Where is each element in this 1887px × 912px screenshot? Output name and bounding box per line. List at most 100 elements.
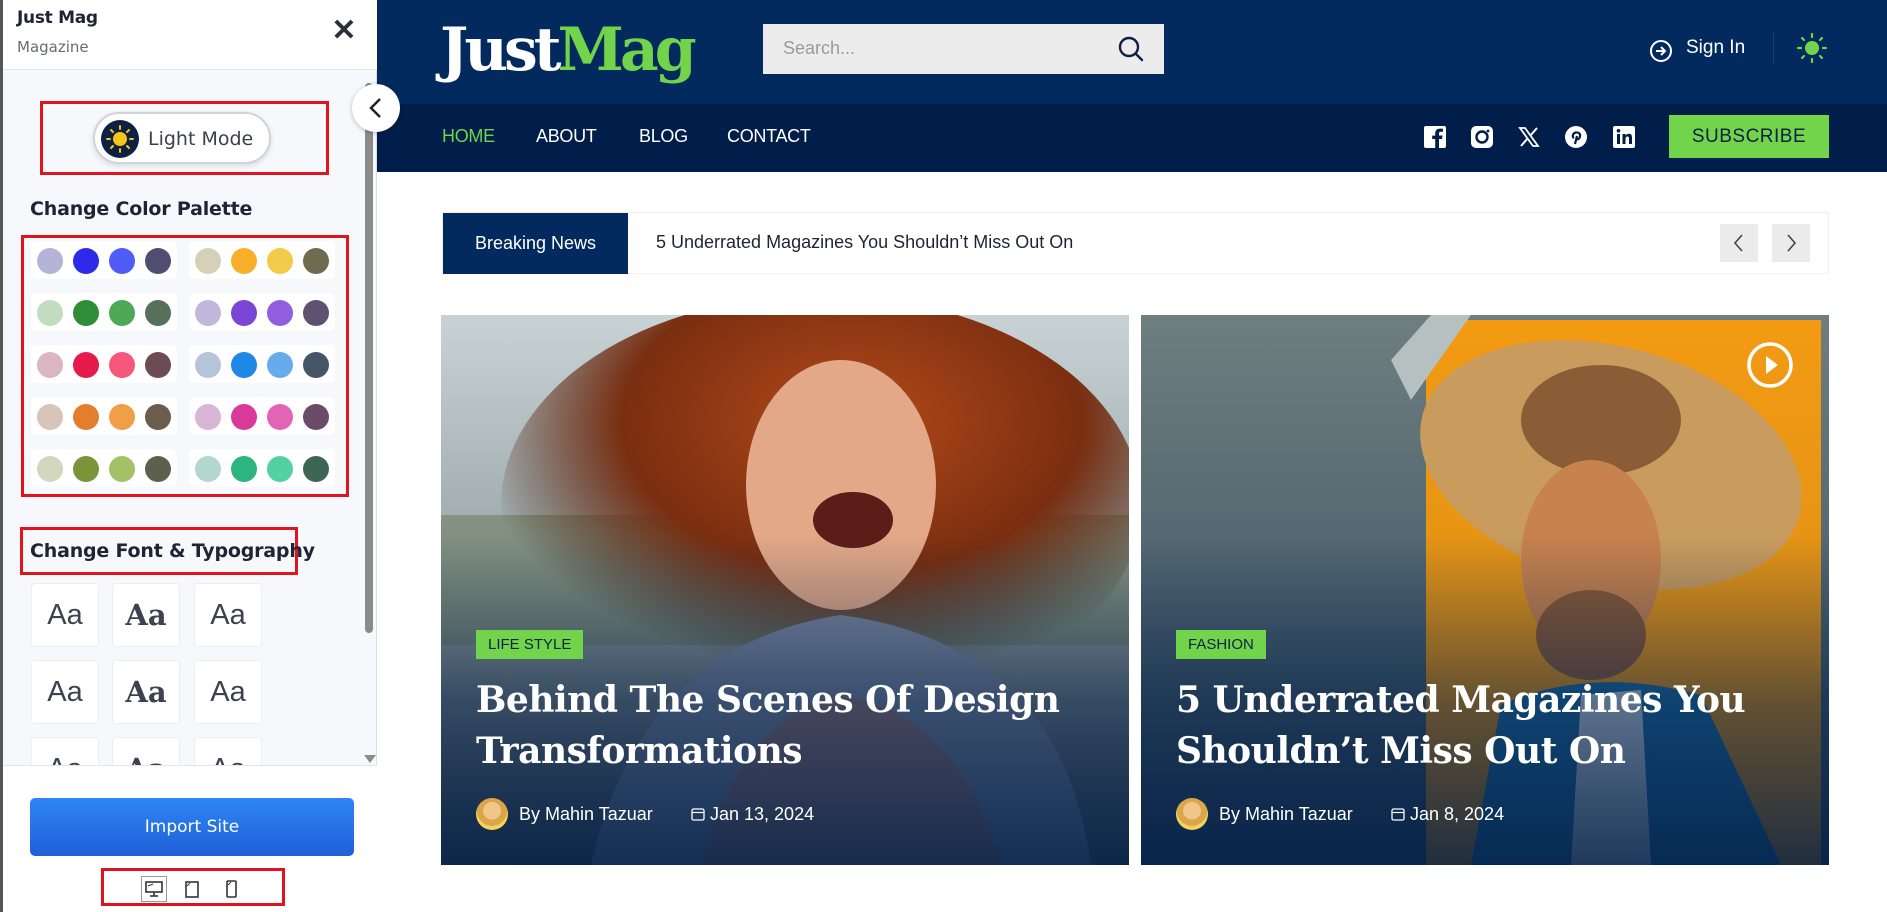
color-swatch[interactable] [303,248,329,274]
palette-option[interactable] [189,397,335,435]
color-swatch[interactable] [195,456,221,482]
palette-option[interactable] [31,397,177,435]
color-swatch[interactable] [303,300,329,326]
featured-card[interactable]: LIFE STYLE Behind The Scenes Of Design T… [441,315,1129,865]
font-option[interactable]: Aa [31,660,99,724]
nav-blog[interactable]: BLOG [639,126,688,147]
color-swatch[interactable] [195,404,221,430]
color-swatch[interactable] [145,404,171,430]
ticker-prev-button[interactable] [1720,224,1758,262]
palette-option[interactable] [189,241,335,279]
collapse-panel-button[interactable] [352,84,400,132]
breaking-news-headline[interactable]: 5 Underrated Magazines You Shouldn’t Mis… [656,232,1073,253]
color-swatch[interactable] [231,300,257,326]
search-input[interactable]: Search... [763,24,1164,74]
palette-option[interactable] [189,345,335,383]
author-name[interactable]: By Mahin Tazuar [1219,804,1353,825]
color-swatch[interactable] [267,248,293,274]
font-option[interactable]: Aa [31,583,99,647]
theme-toggle-sun-icon[interactable] [1796,32,1828,64]
color-swatch[interactable] [37,300,63,326]
pinterest-icon[interactable] [1563,124,1589,150]
color-swatch[interactable] [109,352,135,378]
import-site-button[interactable]: Import Site [30,798,354,856]
color-swatch[interactable] [73,300,99,326]
font-option[interactable]: Aa [112,660,180,724]
color-swatch[interactable] [37,456,63,482]
search-icon[interactable] [1116,34,1146,64]
logo-part-mag: Mag [557,15,697,85]
palette-option[interactable] [31,241,177,279]
color-swatch[interactable] [303,404,329,430]
featured-card[interactable]: FASHION 5 Underrated Magazines You Shoul… [1141,315,1829,865]
palette-option[interactable] [31,293,177,331]
color-swatch[interactable] [267,404,293,430]
color-swatch[interactable] [267,352,293,378]
desktop-view-icon[interactable] [141,876,167,902]
nav-home[interactable]: HOME [442,126,495,147]
color-swatch[interactable] [145,352,171,378]
font-option[interactable]: Aa [112,583,180,647]
mode-label: Light Mode [148,128,254,150]
post-date: Jan 8, 2024 [1410,804,1505,824]
author-name[interactable]: By Mahin Tazuar [519,804,653,825]
color-swatch[interactable] [267,456,293,482]
palette-option[interactable] [189,449,335,487]
light-mode-toggle[interactable]: Light Mode [93,112,271,164]
color-swatch[interactable] [109,248,135,274]
color-swatch[interactable] [73,352,99,378]
color-swatch[interactable] [231,404,257,430]
tablet-view-icon[interactable] [179,876,205,902]
color-swatch[interactable] [267,300,293,326]
color-swatch[interactable] [145,248,171,274]
nav-about[interactable]: ABOUT [536,126,597,147]
subscribe-button[interactable]: SUBSCRIBE [1669,115,1829,158]
color-swatch[interactable] [37,404,63,430]
palette-option[interactable] [189,293,335,331]
panel-subtitle: Magazine [17,38,89,56]
x-twitter-icon[interactable] [1516,124,1542,150]
palette-option[interactable] [31,345,177,383]
card-title[interactable]: 5 Underrated Magazines You Shouldn’t Mis… [1176,675,1796,777]
panel-scrollbar[interactable] [362,75,376,765]
sign-in-label: Sign In [1686,37,1746,58]
color-swatch[interactable] [195,300,221,326]
close-icon[interactable]: ✕ [329,16,359,46]
site-logo[interactable]: JustMag [440,10,697,90]
category-tag[interactable]: LIFE STYLE [476,630,584,659]
card-title[interactable]: Behind The Scenes Of Design Transformati… [476,675,1096,777]
category-tag[interactable]: FASHION [1176,630,1266,659]
sun-icon [101,120,139,158]
color-swatch[interactable] [145,456,171,482]
scroll-thumb[interactable] [365,83,373,633]
linkedin-icon[interactable] [1611,124,1637,150]
color-swatch[interactable] [303,352,329,378]
color-swatch[interactable] [37,352,63,378]
color-swatch[interactable] [145,300,171,326]
color-swatch[interactable] [73,456,99,482]
palette-option[interactable] [31,449,177,487]
color-swatch[interactable] [109,300,135,326]
facebook-icon[interactable] [1422,124,1448,150]
mobile-view-icon[interactable] [218,876,244,902]
color-swatch[interactable] [37,248,63,274]
color-swatch[interactable] [195,248,221,274]
color-swatch[interactable] [303,456,329,482]
font-option[interactable]: Aa [194,660,262,724]
color-swatch[interactable] [231,352,257,378]
instagram-icon[interactable] [1469,124,1495,150]
color-swatch[interactable] [195,352,221,378]
color-swatch[interactable] [109,404,135,430]
scroll-down-arrow[interactable] [364,755,376,763]
panel-header: Just Mag Magazine ✕ [3,0,377,70]
play-video-icon[interactable] [1745,340,1795,390]
font-option[interactable]: Aa [194,583,262,647]
color-swatch[interactable] [73,248,99,274]
color-swatch[interactable] [73,404,99,430]
nav-contact[interactable]: CONTACT [727,126,811,147]
color-swatch[interactable] [109,456,135,482]
ticker-next-button[interactable] [1772,224,1810,262]
color-swatch[interactable] [231,248,257,274]
header-divider [1773,32,1774,64]
color-swatch[interactable] [231,456,257,482]
